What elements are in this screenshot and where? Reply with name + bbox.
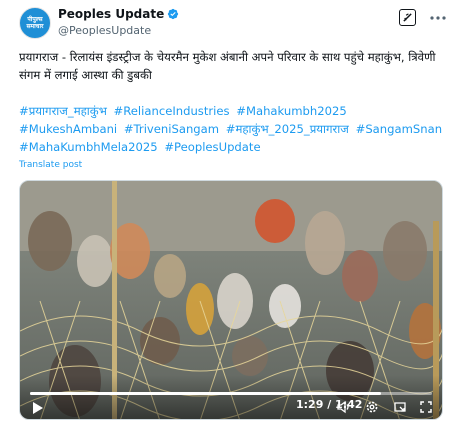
progress-bar-fill (30, 392, 381, 395)
play-icon[interactable] (30, 401, 44, 415)
hashtag-link[interactable]: #PeoplesUpdate (164, 140, 260, 154)
author-display-name[interactable]: Peoples Update (58, 7, 164, 21)
hashtag-link[interactable]: #MukeshAmbani (19, 122, 117, 136)
video-controls: 1:29 / 1:42 (20, 375, 442, 419)
avatar-text-line2: समाचार (26, 23, 44, 30)
fullscreen-icon[interactable] (419, 400, 433, 414)
grok-button[interactable] (399, 9, 416, 26)
hashtag-link[interactable]: #TriveniSangam (124, 122, 219, 136)
verified-badge-icon (168, 8, 179, 20)
hashtag-link[interactable]: #SangamSnan (356, 122, 442, 136)
hashtag-link[interactable]: #Mahakumbh2025 (236, 104, 347, 118)
translate-post-link[interactable]: Translate post (19, 160, 82, 170)
avatar[interactable]: पीपुल्स समाचार (19, 7, 51, 39)
avatar-text-line1: पीपुल्स (27, 16, 43, 23)
author-name-row: Peoples Update (58, 7, 179, 21)
picture-in-picture-icon[interactable] (393, 400, 407, 414)
video-time: 1:29 / 1:42 (296, 398, 363, 411)
hashtag-link[interactable]: #MahaKumbhMela2025 (19, 140, 158, 154)
more-options-button[interactable] (428, 8, 448, 28)
hashtag-list: #प्रयागराज_महाकुंभ #RelianceIndustries #… (19, 102, 449, 156)
settings-icon[interactable] (365, 400, 379, 414)
more-icon (430, 16, 446, 20)
hashtag-link[interactable]: #प्रयागराज_महाकुंभ (19, 104, 107, 118)
progress-bar[interactable] (30, 392, 432, 395)
tweet-card: पीपुल्स समाचार Peoples Update @PeoplesUp… (0, 0, 454, 423)
author-handle[interactable]: @PeoplesUpdate (58, 24, 151, 37)
hashtag-link[interactable]: #RelianceIndustries (114, 104, 230, 118)
volume-icon[interactable] (337, 400, 351, 414)
grok-icon (403, 13, 412, 22)
hashtag-link[interactable]: #महाकुंभ_2025_प्रयागराज (226, 122, 349, 136)
video-player[interactable]: 1:29 / 1:42 (19, 180, 443, 420)
tweet-text: प्रयागराज - रिलायंस इंडस्ट्रीज के चेयरमै… (19, 50, 436, 82)
